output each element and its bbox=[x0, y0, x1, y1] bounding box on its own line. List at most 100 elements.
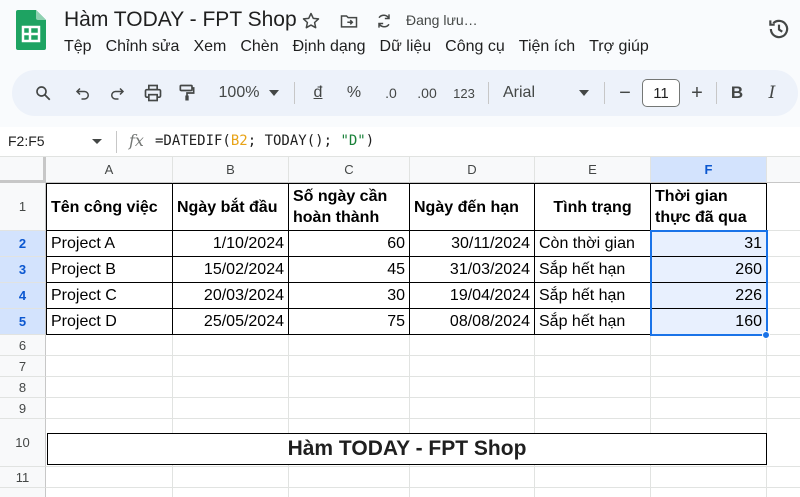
star-icon[interactable] bbox=[300, 10, 322, 32]
banner-cell[interactable]: Hàm TODAY - FPT Shop bbox=[47, 433, 767, 465]
empty-cell[interactable] bbox=[651, 356, 767, 377]
empty-cell[interactable] bbox=[767, 398, 800, 419]
empty-cell[interactable] bbox=[767, 377, 800, 398]
empty-cell[interactable] bbox=[767, 257, 800, 283]
empty-cell[interactable] bbox=[535, 356, 651, 377]
empty-cell[interactable] bbox=[410, 398, 535, 419]
menu-tools[interactable]: Công cụ bbox=[445, 38, 505, 56]
table-cell[interactable]: Project B bbox=[46, 257, 173, 283]
table-cell[interactable]: 45 bbox=[289, 257, 410, 283]
empty-cell[interactable] bbox=[535, 488, 651, 497]
header-cell-due-date[interactable]: Ngày đến hạn bbox=[410, 183, 535, 231]
menu-data[interactable]: Dữ liệu bbox=[380, 38, 432, 56]
empty-cell[interactable] bbox=[289, 356, 410, 377]
row-header-2[interactable]: 2 bbox=[0, 231, 46, 257]
empty-cell[interactable] bbox=[767, 335, 800, 356]
italic-button[interactable]: I bbox=[764, 80, 780, 106]
row-header-4[interactable]: 4 bbox=[0, 283, 46, 309]
empty-cell[interactable] bbox=[46, 488, 173, 497]
table-cell[interactable]: 30/11/2024 bbox=[410, 231, 535, 257]
empty-cell[interactable] bbox=[535, 467, 651, 488]
empty-cell[interactable] bbox=[767, 356, 800, 377]
empty-cell[interactable] bbox=[289, 335, 410, 356]
table-cell[interactable]: Project C bbox=[46, 283, 173, 309]
font-chevron-down-icon[interactable] bbox=[578, 80, 590, 106]
table-cell[interactable]: Còn thời gian bbox=[535, 231, 651, 257]
menu-insert[interactable]: Chèn bbox=[240, 38, 278, 56]
empty-cell[interactable] bbox=[289, 467, 410, 488]
empty-cell[interactable] bbox=[410, 467, 535, 488]
header-cell-task[interactable]: Tên công việc bbox=[46, 183, 173, 231]
empty-cell[interactable] bbox=[173, 488, 289, 497]
header-cell-elapsed[interactable]: Thời gian thực đã qua bbox=[651, 183, 767, 231]
table-cell[interactable]: 31/03/2024 bbox=[410, 257, 535, 283]
menu-view[interactable]: Xem bbox=[193, 38, 226, 56]
empty-cell[interactable] bbox=[410, 488, 535, 497]
empty-cell[interactable] bbox=[410, 377, 535, 398]
column-header-b[interactable]: B bbox=[173, 157, 289, 183]
column-header-e[interactable]: E bbox=[535, 157, 651, 183]
table-cell[interactable]: 31 bbox=[651, 231, 767, 257]
empty-cell[interactable] bbox=[173, 335, 289, 356]
empty-cell[interactable] bbox=[767, 283, 800, 309]
table-cell[interactable]: Project A bbox=[46, 231, 173, 257]
empty-cell[interactable] bbox=[767, 231, 800, 257]
empty-cell[interactable] bbox=[46, 335, 173, 356]
fill-handle[interactable] bbox=[762, 331, 770, 339]
table-cell[interactable]: 160 bbox=[651, 309, 767, 335]
row-header-5[interactable]: 5 bbox=[0, 309, 46, 335]
select-all-corner[interactable] bbox=[0, 157, 46, 183]
table-cell[interactable]: Sắp hết hạn bbox=[535, 257, 651, 283]
empty-cell[interactable] bbox=[289, 398, 410, 419]
column-header-f[interactable]: F bbox=[651, 157, 767, 183]
table-cell[interactable]: 20/03/2024 bbox=[173, 283, 289, 309]
header-cell-duration[interactable]: Số ngày cần hoàn thành bbox=[289, 183, 410, 231]
table-cell[interactable]: 226 bbox=[651, 283, 767, 309]
column-header-c[interactable]: C bbox=[289, 157, 410, 183]
empty-cell[interactable] bbox=[767, 309, 800, 335]
row-header-10[interactable]: 10 bbox=[0, 419, 46, 467]
menu-edit[interactable]: Chỉnh sửa bbox=[106, 38, 180, 56]
empty-cell[interactable] bbox=[651, 488, 767, 497]
empty-cell[interactable] bbox=[767, 488, 800, 497]
currency-format-button[interactable]: đ bbox=[310, 80, 326, 106]
column-header-a[interactable]: A bbox=[46, 157, 173, 183]
empty-cell[interactable] bbox=[173, 377, 289, 398]
table-cell[interactable]: 30 bbox=[289, 283, 410, 309]
table-cell[interactable]: 260 bbox=[651, 257, 767, 283]
empty-cell[interactable] bbox=[173, 356, 289, 377]
empty-cell[interactable] bbox=[46, 377, 173, 398]
empty-cell[interactable] bbox=[767, 183, 800, 231]
row-header-12[interactable] bbox=[0, 488, 46, 497]
table-cell[interactable]: 25/05/2024 bbox=[173, 309, 289, 335]
table-cell[interactable]: 60 bbox=[289, 231, 410, 257]
row-header-9[interactable]: 9 bbox=[0, 398, 46, 419]
decrease-font-size-button[interactable]: − bbox=[616, 80, 634, 106]
table-cell[interactable]: Sắp hết hạn bbox=[535, 309, 651, 335]
column-header-d[interactable]: D bbox=[410, 157, 535, 183]
row-header-7[interactable]: 7 bbox=[0, 356, 46, 377]
empty-cell[interactable] bbox=[410, 356, 535, 377]
table-cell[interactable]: 19/04/2024 bbox=[410, 283, 535, 309]
table-cell[interactable]: Sắp hết hạn bbox=[535, 283, 651, 309]
row-header-11[interactable]: 11 bbox=[0, 467, 46, 488]
version-history-icon[interactable] bbox=[766, 16, 792, 42]
increase-decimal-button[interactable]: .00 bbox=[414, 80, 440, 106]
column-header-g[interactable] bbox=[767, 157, 800, 183]
empty-cell[interactable] bbox=[535, 335, 651, 356]
table-cell[interactable]: 1/10/2024 bbox=[173, 231, 289, 257]
empty-cell[interactable] bbox=[46, 398, 173, 419]
name-box[interactable]: F2:F5 bbox=[8, 133, 45, 149]
empty-cell[interactable] bbox=[289, 377, 410, 398]
font-size-input[interactable]: 11 bbox=[642, 79, 680, 107]
empty-cell[interactable] bbox=[535, 377, 651, 398]
row-header-6[interactable]: 6 bbox=[0, 335, 46, 356]
undo-icon[interactable] bbox=[72, 80, 94, 106]
formula-input[interactable]: =DATEDIF(B2; TODAY(); "D") bbox=[155, 133, 374, 149]
empty-cell[interactable] bbox=[410, 335, 535, 356]
document-title[interactable]: Hàm TODAY - FPT Shop bbox=[64, 8, 297, 32]
menu-file[interactable]: Tệp bbox=[64, 38, 92, 56]
move-folder-icon[interactable] bbox=[338, 10, 360, 32]
table-cell[interactable]: 75 bbox=[289, 309, 410, 335]
row-header-8[interactable]: 8 bbox=[0, 377, 46, 398]
